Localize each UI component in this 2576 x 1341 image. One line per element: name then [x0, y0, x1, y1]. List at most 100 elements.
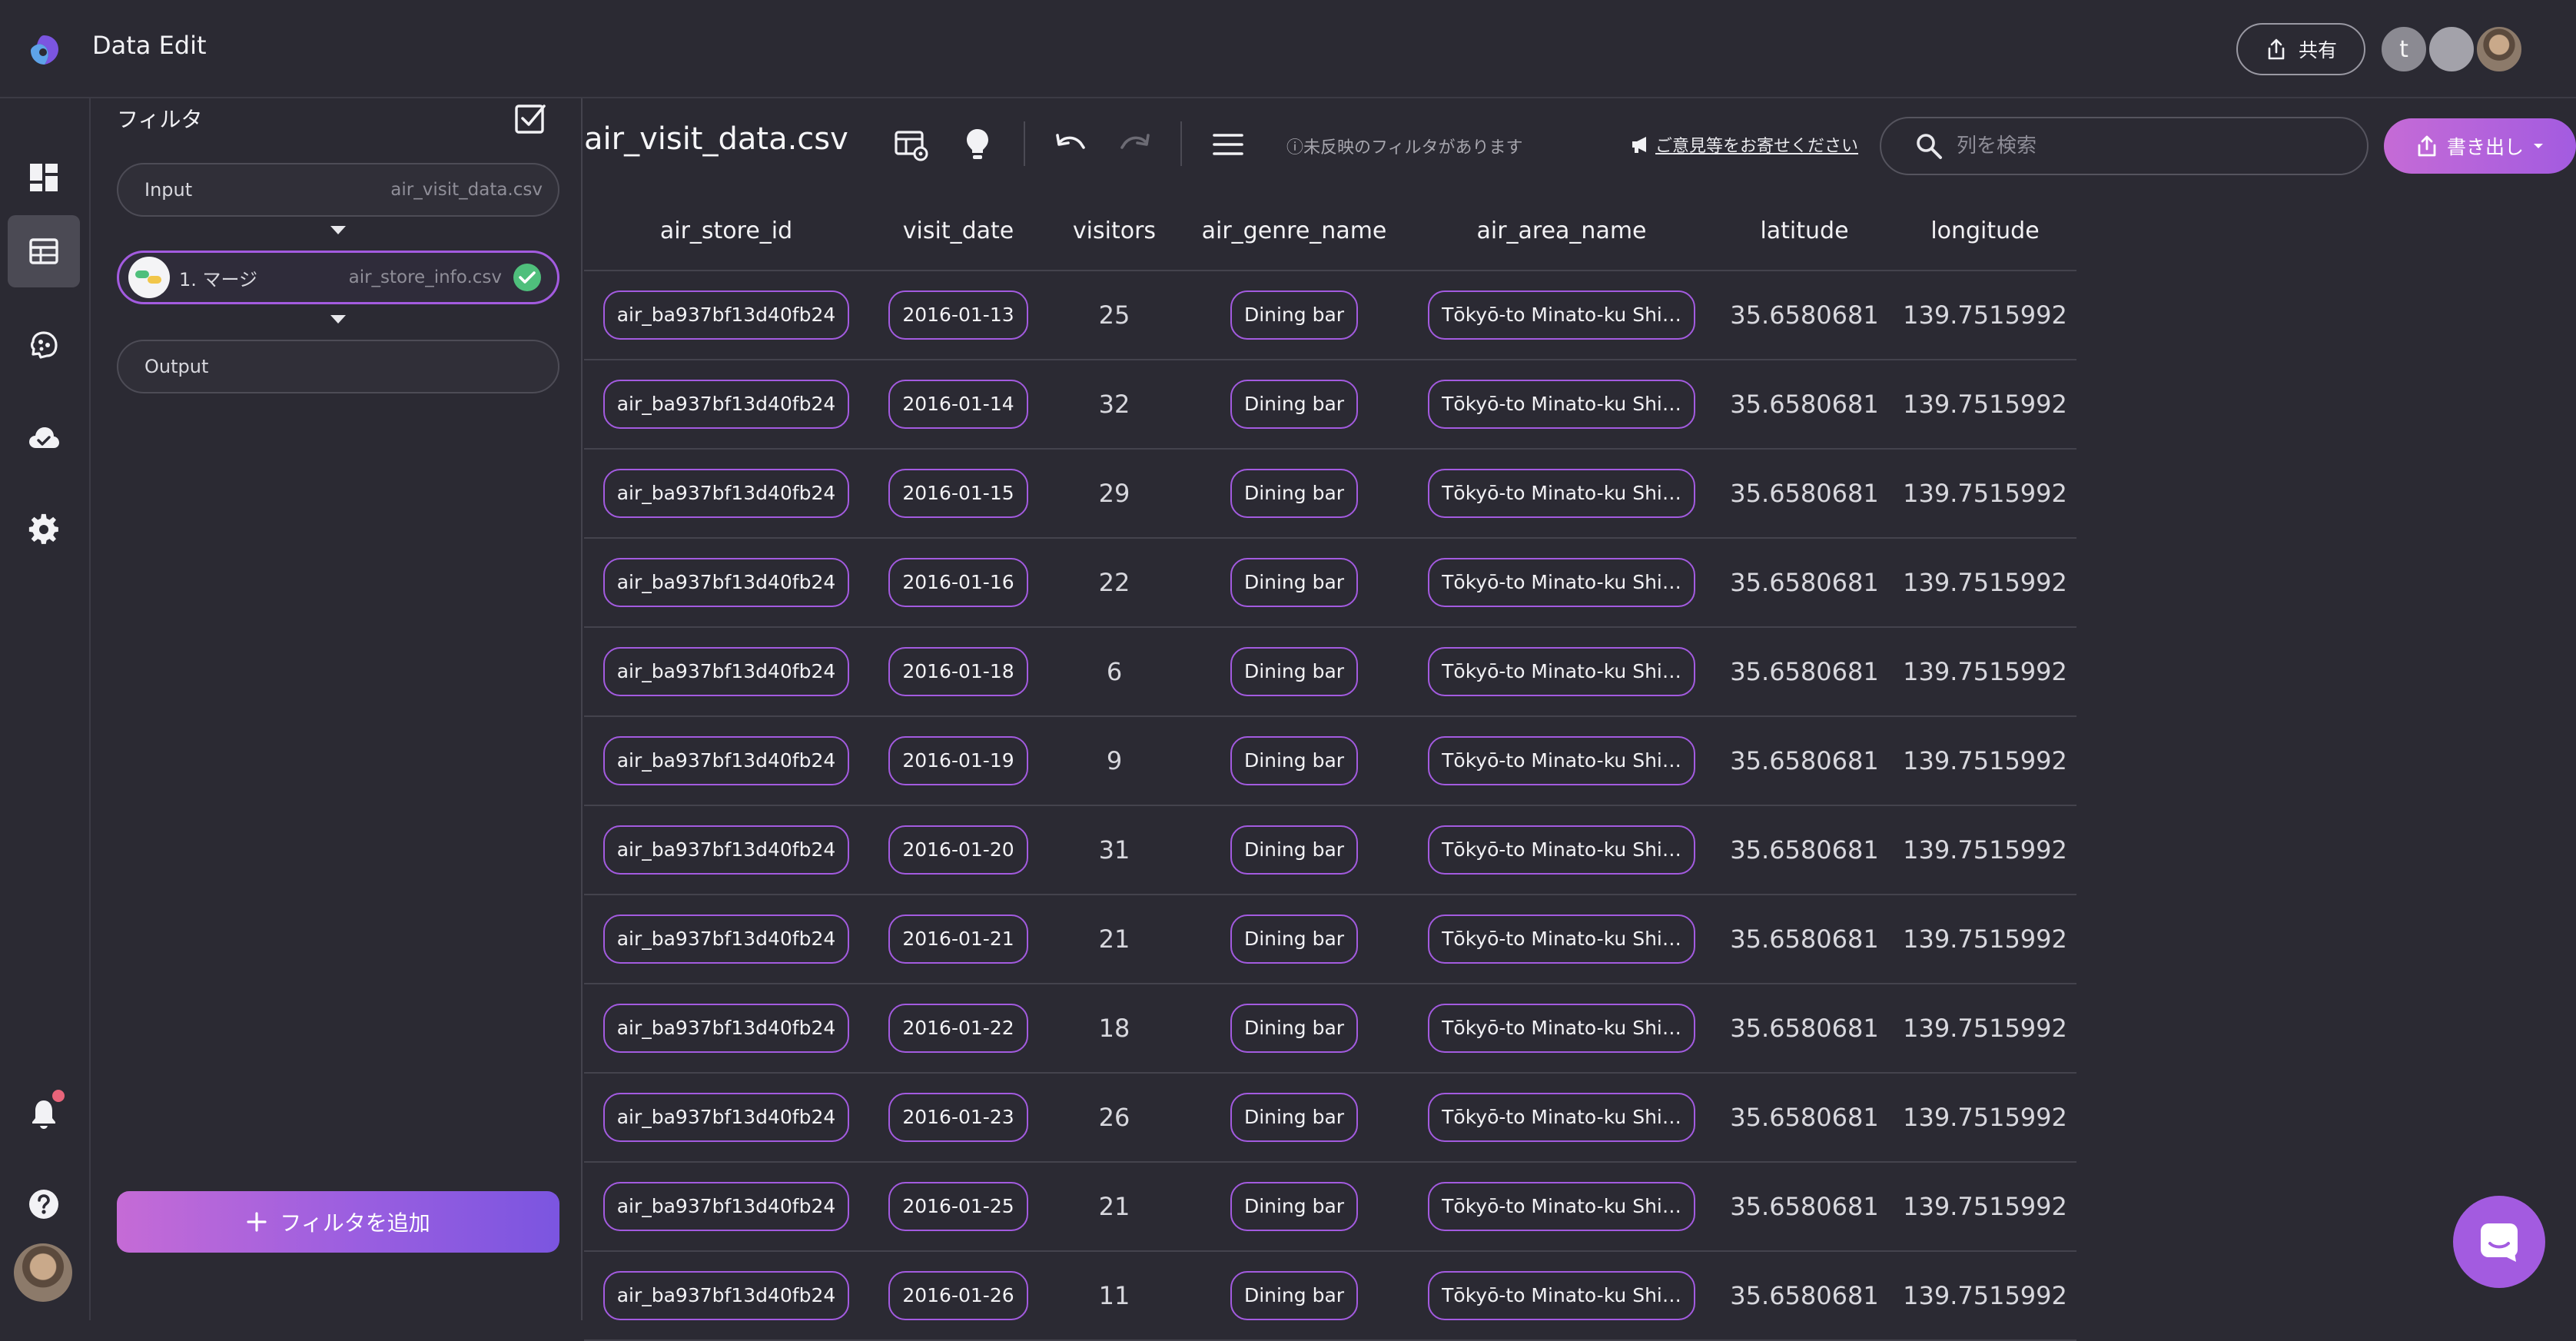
rail-item-settings[interactable] — [8, 493, 80, 566]
cell-tag: Tōkyō-to Minato-ku Shi… — [1428, 1182, 1695, 1231]
lightbulb-icon[interactable] — [959, 126, 996, 163]
rail-item-notifications[interactable] — [8, 1077, 80, 1150]
cell-value: 35.6580681 — [1730, 1281, 1879, 1310]
export-icon — [2418, 135, 2436, 157]
table-cell: Dining bar — [1180, 1251, 1408, 1341]
column-header-visitors[interactable]: visitors — [1048, 192, 1180, 271]
rail-item-help[interactable] — [8, 1168, 80, 1240]
search-input[interactable] — [1957, 134, 2341, 158]
table-cell: 35.6580681 — [1715, 984, 1894, 1074]
cell-value: 35.6580681 — [1730, 746, 1879, 775]
table-cell: 139.7515992 — [1894, 271, 2076, 360]
cell-tag: air_ba937bf13d40fb24 — [603, 1271, 850, 1320]
cell-value: 35.6580681 — [1730, 835, 1879, 865]
table-row[interactable]: air_ba937bf13d40fb24 2016-01-22 18 Dining b… — [584, 984, 2076, 1074]
rail-item-data-edit[interactable] — [8, 215, 80, 287]
cell-tag: 2016-01-19 — [888, 736, 1028, 785]
avatar[interactable] — [2427, 25, 2476, 74]
menu-icon[interactable] — [1210, 126, 1247, 163]
cell-value: 139.7515992 — [1903, 1192, 2067, 1221]
table-row[interactable]: air_ba937bf13d40fb24 2016-01-16 22 Dining b… — [584, 538, 2076, 628]
cell-tag: air_ba937bf13d40fb24 — [603, 825, 850, 875]
table-cell: Tōkyō-to Minato-ku Shi… — [1408, 895, 1715, 984]
redo-icon[interactable] — [1117, 126, 1154, 163]
export-button[interactable]: 書き出し — [2384, 118, 2576, 174]
column-header-air-area-name[interactable]: air_area_name — [1408, 192, 1715, 271]
column-header-air-store-id[interactable]: air_store_id — [584, 192, 868, 271]
dashboard-icon — [30, 164, 58, 191]
table-cell: Tōkyō-to Minato-ku Shi… — [1408, 984, 1715, 1074]
table-row[interactable]: air_ba937bf13d40fb24 2016-01-25 21 Dining b… — [584, 1162, 2076, 1252]
cell-tag: Tōkyō-to Minato-ku Shi… — [1428, 1271, 1695, 1320]
rail-item-dashboard[interactable] — [8, 141, 80, 214]
column-header-latitude[interactable]: latitude — [1715, 192, 1894, 271]
feedback-link[interactable]: ご意見等をお寄せください — [1631, 132, 1858, 157]
filter-step-merge[interactable]: 1. マージ air_store_info.csv — [117, 251, 559, 304]
cell-tag: 2016-01-23 — [888, 1093, 1028, 1142]
table-cell: 139.7515992 — [1894, 627, 2076, 717]
table-cell: 35.6580681 — [1715, 360, 1894, 450]
app-title: Data Edit — [92, 31, 207, 60]
table-cell: air_ba937bf13d40fb24 — [584, 1073, 868, 1163]
table-cell: Tōkyō-to Minato-ku Shi… — [1408, 716, 1715, 806]
filter-step-output[interactable]: Output — [117, 340, 559, 393]
flow-arrow-icon — [330, 226, 346, 234]
cell-value: 32 — [1098, 390, 1130, 419]
cell-tag: air_ba937bf13d40fb24 — [603, 1182, 850, 1231]
cell-tag: Dining bar — [1230, 914, 1359, 964]
data-table: air_store_id visit_date visitors air_genre_… — [584, 192, 2076, 1341]
column-header-visit-date[interactable]: visit_date — [868, 192, 1048, 271]
cell-value: 35.6580681 — [1730, 390, 1879, 419]
table-cell: air_ba937bf13d40fb24 — [584, 716, 868, 806]
column-search[interactable] — [1880, 117, 2369, 175]
brain-icon — [31, 331, 58, 359]
chat-launcher-button[interactable] — [2453, 1196, 2545, 1288]
table-row[interactable]: air_ba937bf13d40fb24 2016-01-21 21 Dining b… — [584, 895, 2076, 984]
table-cell: 31 — [1048, 805, 1180, 895]
table-row[interactable]: air_ba937bf13d40fb24 2016-01-23 26 Dining b… — [584, 1073, 2076, 1163]
table-cell: air_ba937bf13d40fb24 — [584, 449, 868, 539]
table-row[interactable]: air_ba937bf13d40fb24 2016-01-20 31 Dining b… — [584, 805, 2076, 895]
table-row[interactable]: air_ba937bf13d40fb24 2016-01-15 29 Dining b… — [584, 449, 2076, 539]
cell-tag: Dining bar — [1230, 1004, 1359, 1053]
table-cell: 2016-01-20 — [868, 805, 1048, 895]
table-cell: Dining bar — [1180, 984, 1408, 1074]
cell-value: 139.7515992 — [1903, 746, 2067, 775]
avatar[interactable]: t — [2379, 25, 2428, 74]
step-value: air_store_info.csv — [348, 267, 502, 287]
table-cell: 139.7515992 — [1894, 1251, 2076, 1341]
cell-value: 22 — [1098, 568, 1130, 597]
table-cell: 2016-01-15 — [868, 449, 1048, 539]
table-cell: 139.7515992 — [1894, 1162, 2076, 1252]
table-cell: Dining bar — [1180, 449, 1408, 539]
table-cell: Dining bar — [1180, 1073, 1408, 1163]
share-button[interactable]: 共有 — [2236, 23, 2365, 75]
table-row[interactable]: air_ba937bf13d40fb24 2016-01-13 25 Dining b… — [584, 271, 2076, 360]
table-row[interactable]: air_ba937bf13d40fb24 2016-01-14 32 Dining b… — [584, 360, 2076, 450]
table-cell: 21 — [1048, 1162, 1180, 1252]
undo-icon[interactable] — [1051, 126, 1088, 163]
table-row[interactable]: air_ba937bf13d40fb24 2016-01-26 11 Dining b… — [584, 1251, 2076, 1341]
app-logo-icon[interactable] — [26, 32, 61, 68]
checkbox-icon[interactable] — [513, 101, 547, 135]
table-row[interactable]: air_ba937bf13d40fb24 2016-01-18 6 Dining ba… — [584, 627, 2076, 717]
cell-value: 6 — [1106, 657, 1123, 686]
notification-badge — [52, 1090, 65, 1102]
table-settings-icon[interactable] — [893, 126, 930, 163]
toolbar-divider — [1024, 121, 1025, 166]
table-cell: 35.6580681 — [1715, 895, 1894, 984]
rail-item-ai[interactable] — [8, 309, 80, 381]
cell-tag: air_ba937bf13d40fb24 — [603, 914, 850, 964]
column-header-longitude[interactable]: longitude — [1894, 192, 2076, 271]
rail-item-upload[interactable] — [8, 403, 80, 475]
settings-icon — [28, 513, 58, 544]
add-filter-button[interactable]: フィルタを追加 — [117, 1191, 559, 1253]
table-cell: Dining bar — [1180, 805, 1408, 895]
cell-tag: air_ba937bf13d40fb24 — [603, 558, 850, 607]
table-row[interactable]: air_ba937bf13d40fb24 2016-01-19 9 Dining ba… — [584, 716, 2076, 806]
filter-step-input[interactable]: Input air_visit_data.csv — [117, 163, 559, 217]
table-icon — [29, 238, 58, 264]
account-avatar[interactable] — [14, 1243, 72, 1302]
column-header-air-genre-name[interactable]: air_genre_name — [1180, 192, 1408, 271]
user-avatar[interactable] — [2475, 25, 2524, 74]
